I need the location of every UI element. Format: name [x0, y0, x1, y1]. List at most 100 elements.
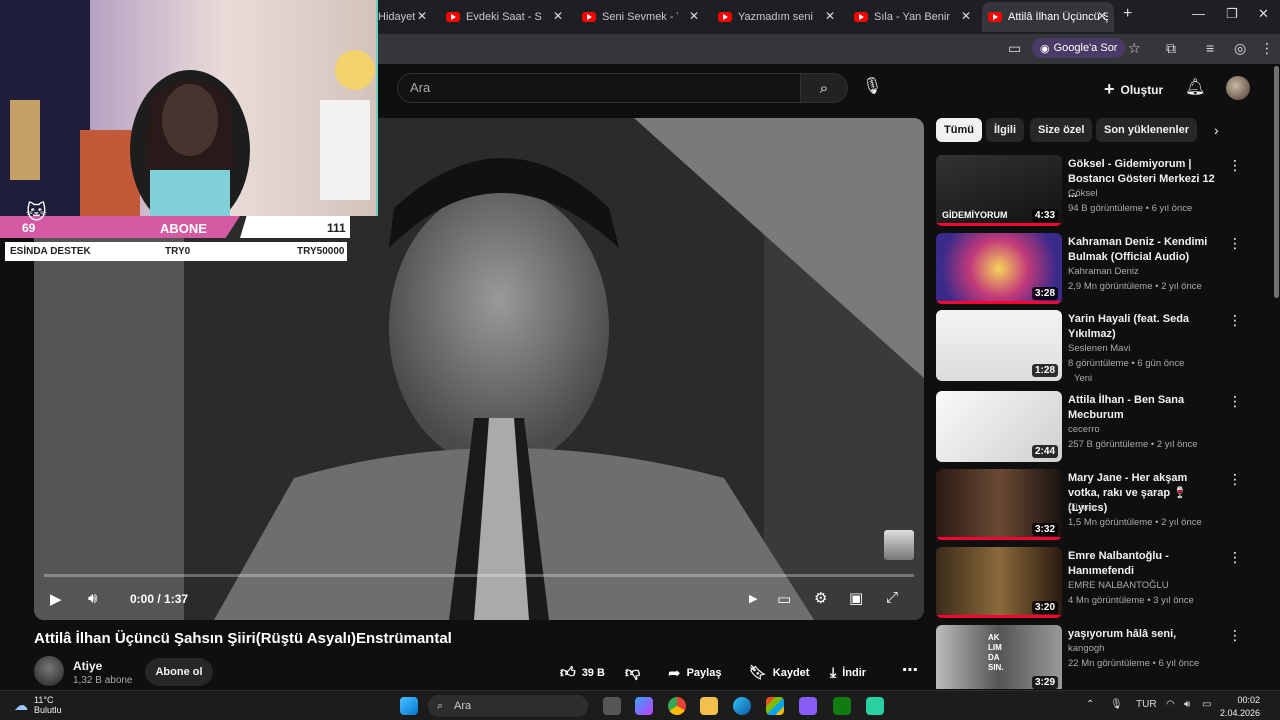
- chip-for-you[interactable]: Size özel: [1030, 118, 1093, 142]
- chip-related[interactable]: İlgili: [986, 118, 1024, 142]
- minimize-icon[interactable]: —: [1192, 6, 1205, 21]
- download-button[interactable]: ⤓ İndir: [830, 664, 866, 681]
- chip-recent[interactable]: Son yüklenenler: [1096, 118, 1197, 142]
- recommendation-title[interactable]: Yarin Hayali (feat. Seda Yıkılmaz): [1068, 312, 1218, 342]
- play-icon[interactable]: ▶: [50, 590, 62, 608]
- theater-mode-icon[interactable]: ▣: [849, 589, 863, 607]
- bookmark-star-icon[interactable]: ☆: [1128, 40, 1141, 57]
- video-progress-bar[interactable]: [44, 574, 914, 577]
- account-avatar[interactable]: [1226, 76, 1250, 100]
- thumbnail[interactable]: 3:32: [936, 469, 1062, 540]
- file-explorer-icon[interactable]: [700, 697, 718, 715]
- page-scrollbar[interactable]: [1274, 66, 1279, 298]
- taskbar-search[interactable]: Ara: [428, 695, 588, 717]
- save-button[interactable]: 🔖︎ Kaydet: [749, 664, 809, 681]
- more-options-icon[interactable]: ⋮: [1228, 549, 1242, 566]
- recommendation-channel[interactable]: cecerro: [1068, 424, 1100, 435]
- more-actions-icon[interactable]: ⋯: [902, 660, 918, 680]
- xbox-icon[interactable]: [833, 697, 851, 715]
- recommendation-item[interactable]: 3:20 Emre Nalbantoğlu - Hanımefendi EMRE…: [936, 547, 1256, 619]
- more-options-icon[interactable]: ⋮: [1228, 235, 1242, 252]
- share-button[interactable]: ➦ Paylaş: [668, 664, 721, 682]
- more-options-icon[interactable]: ⋮: [1228, 312, 1242, 329]
- volume-tray-icon[interactable]: 🔊︎: [1184, 699, 1190, 710]
- copilot-icon[interactable]: [635, 697, 653, 715]
- recommendation-channel[interactable]: kangogh: [1068, 643, 1104, 654]
- recommendation-channel[interactable]: Göksel: [1068, 188, 1098, 199]
- tab-close-icon[interactable]: ✕: [961, 9, 971, 23]
- chip-all[interactable]: Tümü: [936, 118, 982, 142]
- cast-icon[interactable]: ▭: [1008, 40, 1021, 57]
- microsoft-store-icon[interactable]: [766, 697, 784, 715]
- like-button[interactable]: 👍︎ 39 B: [560, 664, 605, 682]
- subscribe-button[interactable]: Abone ol: [145, 658, 213, 686]
- dislike-button[interactable]: 👎︎: [625, 664, 640, 682]
- app-icon[interactable]: [866, 697, 884, 715]
- extensions-icon[interactable]: ⧉: [1166, 40, 1176, 57]
- profile-icon[interactable]: ◎: [1234, 40, 1246, 57]
- recommendation-item[interactable]: AK LIM DA SIN. 3:29 yaşıyorum hâlâ seni,…: [936, 625, 1256, 689]
- maximize-icon[interactable]: ❐: [1226, 6, 1238, 22]
- more-options-icon[interactable]: ⋮: [1228, 627, 1242, 644]
- recommendation-item[interactable]: GİDEMİYORUM 4:33 Göksel - Gidemiyorum | …: [936, 155, 1256, 227]
- channel-avatar[interactable]: [34, 656, 64, 686]
- new-tab-icon[interactable]: +: [1123, 5, 1132, 23]
- create-button[interactable]: + Oluştur: [1104, 79, 1163, 100]
- close-window-icon[interactable]: ✕: [1258, 6, 1269, 22]
- language-indicator[interactable]: TUR: [1136, 699, 1157, 710]
- notifications-bell-icon[interactable]: 🔔︎: [1185, 77, 1205, 97]
- media-control-icon[interactable]: ≡: [1206, 40, 1214, 56]
- autoplay-toggle[interactable]: ▶: [749, 592, 757, 605]
- google-ask-button[interactable]: ◉ Google'a Sor: [1032, 38, 1126, 58]
- tab-close-icon[interactable]: ✕: [689, 9, 699, 23]
- thumbnail[interactable]: 1:28: [936, 310, 1062, 381]
- search-input[interactable]: Ara: [397, 73, 801, 103]
- channel-watermark[interactable]: [884, 530, 914, 560]
- microphone-icon[interactable]: 🎙: [862, 76, 882, 96]
- more-options-icon[interactable]: ⋮: [1228, 471, 1242, 488]
- thumbnail[interactable]: GİDEMİYORUM 4:33: [936, 155, 1062, 226]
- thumbnail[interactable]: 3:20: [936, 547, 1062, 618]
- settings-gear-icon[interactable]: ⚙: [814, 589, 827, 607]
- browser-tab[interactable]: Seni Sevmek - YouTu: [576, 6, 684, 28]
- fullscreen-icon[interactable]: ⤢: [886, 589, 898, 606]
- menu-kebab-icon[interactable]: ⋮: [1260, 40, 1274, 57]
- thumbnail[interactable]: 2:44: [936, 391, 1062, 462]
- windows-start-icon[interactable]: [400, 697, 418, 715]
- browser-tab-active[interactable]: Attilâ İlhan Üçüncü Ş: [982, 2, 1114, 32]
- recommendation-item[interactable]: 3:28 Kahraman Deniz - Kendimi Bulmak (Of…: [936, 233, 1256, 305]
- recommendation-title[interactable]: Emre Nalbantoğlu - Hanımefendi: [1068, 549, 1218, 579]
- more-options-icon[interactable]: ⋮: [1228, 157, 1242, 174]
- more-options-icon[interactable]: ⋮: [1228, 393, 1242, 410]
- recommendation-channel[interactable]: Kahraman Deniz: [1068, 266, 1139, 277]
- recommendation-item[interactable]: 2:44 Attila İlhan - Ben Sana Mecburum ce…: [936, 391, 1256, 463]
- recommendation-title[interactable]: Attila İlhan - Ben Sana Mecburum: [1068, 393, 1218, 423]
- recommendation-title[interactable]: yaşıyorum hâlâ seni,: [1068, 627, 1218, 642]
- recommendation-channel[interactable]: LiLium: [1068, 502, 1096, 513]
- weather-widget[interactable]: ☁ 11°C Bulutlu: [14, 695, 62, 715]
- search-button[interactable]: ⌕: [800, 73, 848, 103]
- chrome-icon[interactable]: [668, 697, 686, 715]
- recommendation-item[interactable]: 1:28 Yarin Hayali (feat. Seda Yıkılmaz) …: [936, 310, 1256, 396]
- tray-chevron-icon[interactable]: ⌃: [1086, 699, 1094, 710]
- tab-close-icon[interactable]: ✕: [553, 9, 563, 23]
- volume-icon[interactable]: 🔊︎: [88, 590, 97, 607]
- tab-close-icon[interactable]: ✕: [417, 9, 427, 23]
- recommendation-title[interactable]: Kahraman Deniz - Kendimi Bulmak (Officia…: [1068, 235, 1218, 265]
- thumbnail[interactable]: AK LIM DA SIN. 3:29: [936, 625, 1062, 689]
- taskbar-clock[interactable]: 00:02 2.04.2026: [1220, 694, 1260, 720]
- obs-icon[interactable]: [799, 697, 817, 715]
- battery-icon[interactable]: ▭: [1202, 699, 1211, 710]
- tab-close-icon[interactable]: ✕: [825, 9, 835, 23]
- browser-tab[interactable]: Sıla - Yan Benimle (K: [848, 6, 956, 28]
- wifi-icon[interactable]: ◠: [1166, 699, 1175, 710]
- mic-tray-icon[interactable]: 🎙: [1110, 699, 1123, 710]
- thumbnail[interactable]: 3:28: [936, 233, 1062, 304]
- subtitles-icon[interactable]: ▭: [777, 590, 791, 608]
- edge-icon[interactable]: [733, 697, 751, 715]
- channel-name[interactable]: Atiye: [73, 659, 102, 673]
- recommendation-channel[interactable]: EMRE NALBANTOĞLU: [1068, 580, 1169, 591]
- chevron-right-icon[interactable]: ›: [1214, 122, 1219, 138]
- tab-close-icon[interactable]: ✕: [1097, 9, 1107, 23]
- recommendation-channel[interactable]: Seslenen Mavi: [1068, 343, 1130, 354]
